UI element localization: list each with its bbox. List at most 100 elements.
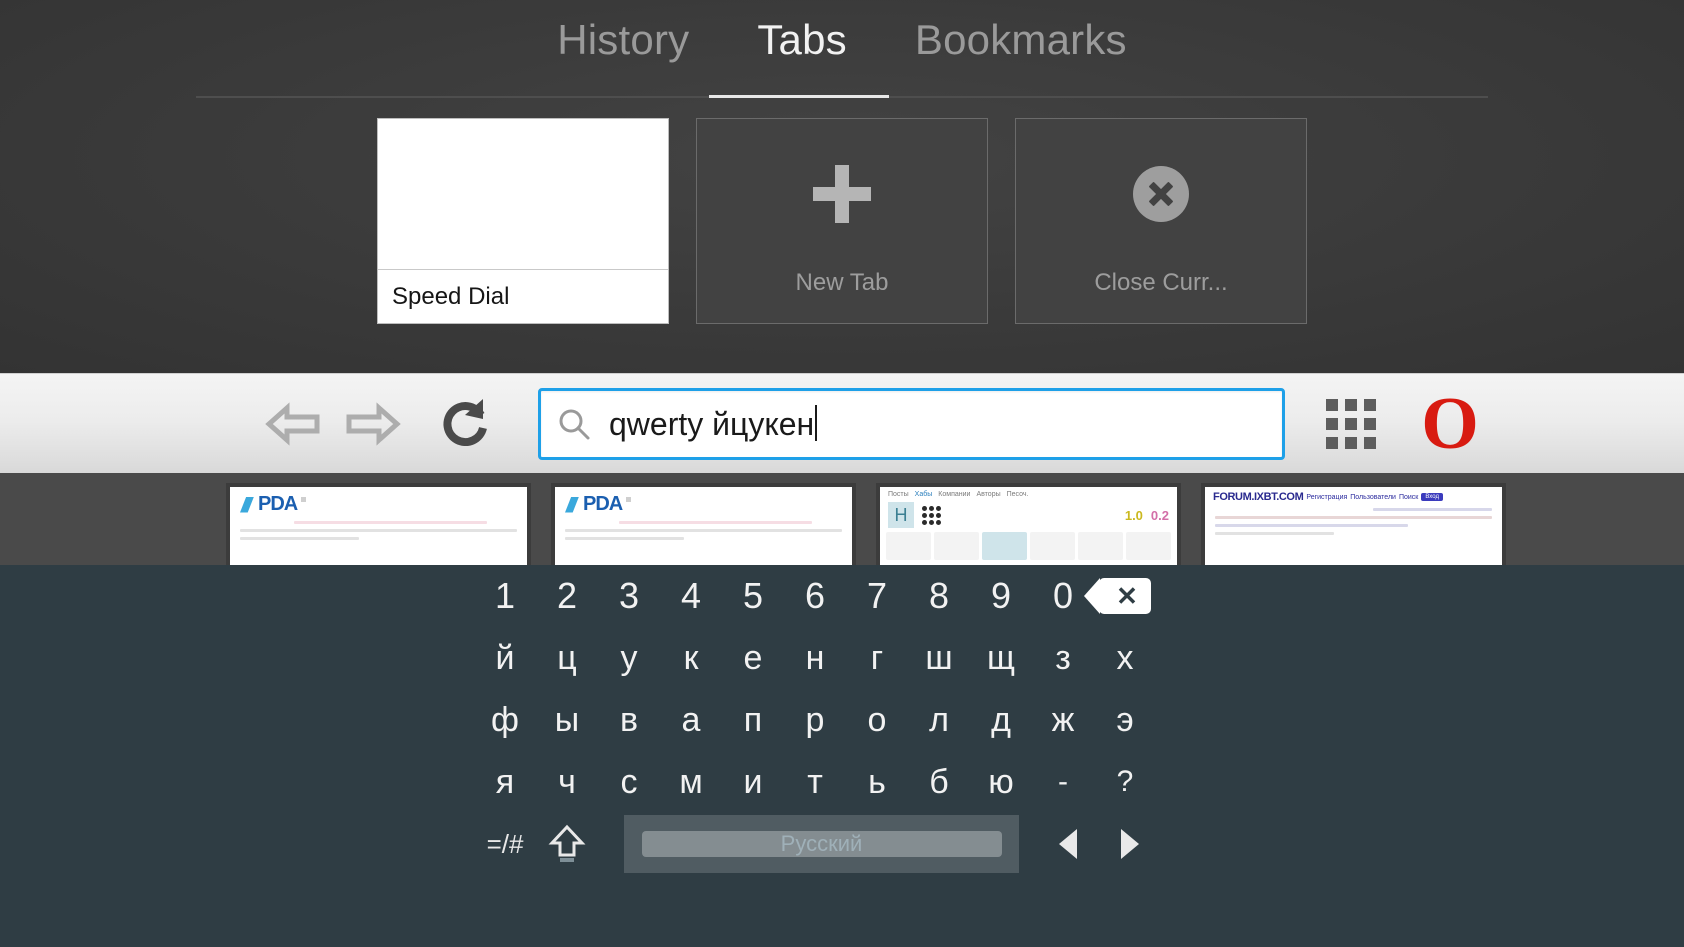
key-ru-sh[interactable]: ш (908, 629, 970, 687)
key-ru-m[interactable]: м (660, 753, 722, 811)
key-symbols-toggle[interactable]: =/# (474, 815, 536, 873)
key-ru-b[interactable]: б (908, 753, 970, 811)
key-ru-g[interactable]: г (846, 629, 908, 687)
reload-icon (443, 398, 487, 446)
thumb-tile (934, 532, 979, 560)
key-ru-s[interactable]: с (598, 753, 660, 811)
key-ru-f[interactable]: ф (474, 691, 536, 749)
forum-wordmark: FORUM.IXBT.COM (1213, 491, 1304, 503)
key-ru-p[interactable]: п (722, 691, 784, 749)
speed-dial-item-4[interactable]: FORUM.IXBT.COM Регистрация Пользователи … (1201, 483, 1506, 578)
key-hyphen[interactable]: - (1032, 753, 1094, 811)
close-current-tab-button[interactable]: Close Curr... (1015, 118, 1307, 324)
key-ru-shch[interactable]: щ (970, 629, 1032, 687)
pda-logo: PDA (555, 487, 852, 516)
thumb-tile (1030, 532, 1075, 560)
key-7[interactable]: 7 (846, 567, 908, 625)
backspace-icon: ✕ (1084, 578, 1151, 614)
thumb-header: H 1.0 0.2 (880, 500, 1177, 530)
plus-icon (813, 165, 871, 223)
key-1[interactable]: 1 (474, 567, 536, 625)
key-ru-u[interactable]: у (598, 629, 660, 687)
tab-tabs[interactable]: Tabs (723, 0, 881, 64)
thumb-tiles (880, 530, 1177, 562)
key-9[interactable]: 9 (970, 567, 1032, 625)
speed-dial-item-3[interactable]: Посты Хабы Компании Авторы Песоч. H 1.0 … (876, 483, 1181, 578)
key-ru-soft[interactable]: ь (846, 753, 908, 811)
grid-apps-icon (1326, 398, 1376, 449)
key-ru-h[interactable]: х (1094, 629, 1156, 687)
url-input-value: qwerty йцукен (609, 404, 818, 443)
key-ru-j[interactable]: й (474, 629, 536, 687)
browser-screen: History Tabs Bookmarks Speed Dial New Ta… (0, 0, 1684, 947)
habr-logo-icon: H (888, 502, 914, 528)
tab-card-speed-dial[interactable]: Speed Dial (377, 118, 669, 324)
key-ru-y[interactable]: ы (536, 691, 598, 749)
pda-mark-icon (565, 496, 579, 513)
key-space[interactable]: Русский (624, 815, 1019, 873)
key-ru-zh[interactable]: ж (1032, 691, 1094, 749)
keyboard-row-2: ф ы в а п р о л д ж э (0, 689, 1684, 751)
speed-dial-item-1[interactable]: PDA (226, 483, 531, 578)
thumb-line (565, 537, 684, 540)
key-ru-k[interactable]: к (660, 629, 722, 687)
key-ru-n[interactable]: н (784, 629, 846, 687)
key-ru-o[interactable]: о (846, 691, 908, 749)
key-2[interactable]: 2 (536, 567, 598, 625)
key-5[interactable]: 5 (722, 567, 784, 625)
thumb-tile (1078, 532, 1123, 560)
new-tab-button[interactable]: New Tab (696, 118, 988, 324)
tab-card-title: Speed Dial (378, 269, 668, 323)
address-bar: qwerty йцукен O (0, 373, 1684, 473)
plus-icon-wrap (697, 119, 987, 269)
tab-history[interactable]: History (523, 0, 723, 64)
key-shift[interactable] (536, 815, 598, 873)
key-ru-ya[interactable]: я (474, 753, 536, 811)
key-ru-v[interactable]: в (598, 691, 660, 749)
pda-mark-icon (240, 496, 254, 513)
reload-button[interactable] (428, 387, 502, 461)
key-3[interactable]: 3 (598, 567, 660, 625)
speed-dial-item-2[interactable]: PDA (551, 483, 856, 578)
tab-cards-row: Speed Dial New Tab Close Curr... (0, 118, 1684, 328)
text-caret (815, 404, 818, 441)
speed-dial-row: PDA PDA Посты Хабы Компании Авторы Песоч… (0, 483, 1684, 578)
arrow-left-icon (265, 401, 320, 446)
opera-logo-icon: O (1421, 382, 1479, 465)
key-4[interactable]: 4 (660, 567, 722, 625)
key-ru-l[interactable]: л (908, 691, 970, 749)
key-question[interactable]: ? (1094, 753, 1156, 811)
keyboard-row-bottom: =/# Русский (0, 813, 1684, 875)
key-ru-t[interactable]: т (784, 753, 846, 811)
thumb-line (1215, 532, 1334, 535)
key-ru-eh[interactable]: э (1094, 691, 1156, 749)
key-ru-d[interactable]: д (970, 691, 1032, 749)
key-backspace[interactable]: ✕ (1084, 567, 1156, 625)
tab-bookmarks[interactable]: Bookmarks (881, 0, 1161, 64)
tab-switcher-panel: History Tabs Bookmarks Speed Dial New Ta… (0, 0, 1684, 373)
thumb-line (1215, 516, 1492, 519)
opera-menu-button[interactable]: O (1411, 386, 1487, 462)
key-ru-e[interactable]: е (722, 629, 784, 687)
key-8[interactable]: 8 (908, 567, 970, 625)
thumb-tile (982, 532, 1027, 560)
key-ru-ch[interactable]: ч (536, 753, 598, 811)
apps-grid-button[interactable] (1319, 392, 1383, 456)
key-ru-yu[interactable]: ю (970, 753, 1032, 811)
forward-button[interactable] (336, 387, 410, 461)
forum-badge: Вход (1421, 493, 1443, 501)
key-arrow-left[interactable] (1037, 815, 1099, 873)
key-ru-ts[interactable]: ц (536, 629, 598, 687)
thumb-nav-item: Компании (938, 491, 971, 498)
thumb-tile (886, 532, 931, 560)
key-ru-a[interactable]: а (660, 691, 722, 749)
key-ru-z[interactable]: з (1032, 629, 1094, 687)
thumb-stat-right: 0.2 (1150, 507, 1169, 523)
url-input[interactable]: qwerty йцукен (538, 387, 1285, 460)
key-ru-r[interactable]: р (784, 691, 846, 749)
key-ru-i[interactable]: и (722, 753, 784, 811)
key-6[interactable]: 6 (784, 567, 846, 625)
thumb-line (1373, 508, 1492, 511)
key-arrow-right[interactable] (1099, 815, 1161, 873)
back-button[interactable] (256, 387, 330, 461)
